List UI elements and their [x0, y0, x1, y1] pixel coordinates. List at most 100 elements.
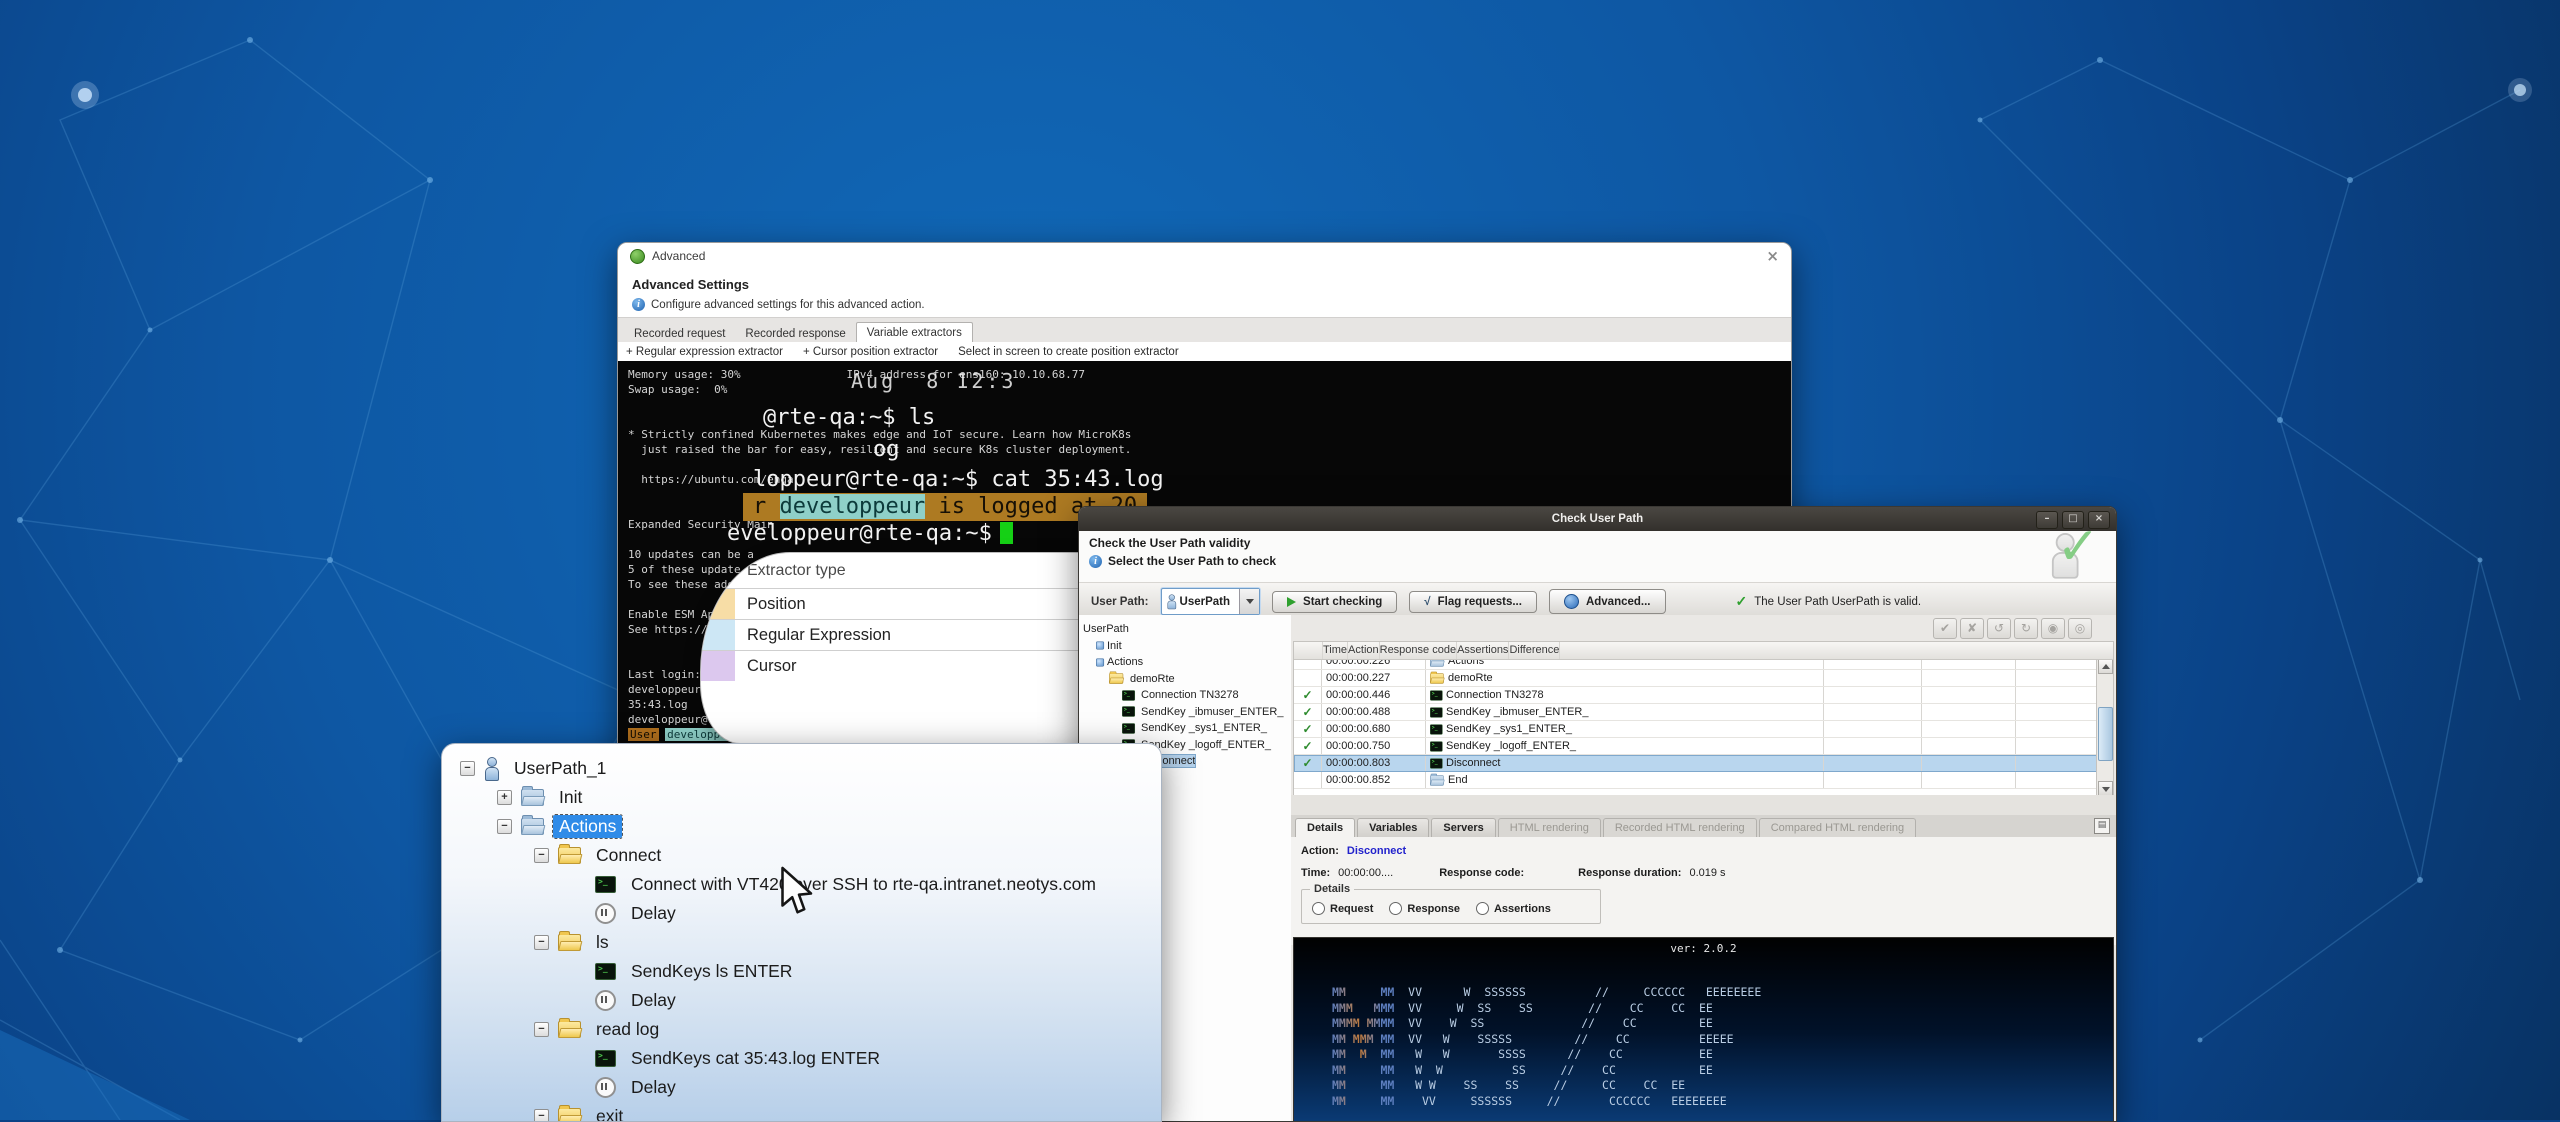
extractor-type-label: Regular Expression [735, 620, 891, 650]
results-toolbar-button[interactable]: ✔ [1933, 618, 1957, 639]
terminal-line: Memory usage: 30% IPv4 address for ens16… [628, 367, 1787, 382]
radio-option[interactable]: Assertions [1476, 902, 1551, 915]
design-tree-item[interactable]: − read log [460, 1015, 1161, 1044]
row-check-icon [1294, 670, 1322, 686]
design-tree-item[interactable]: − exit [460, 1102, 1161, 1122]
row-assertions [1922, 704, 2016, 720]
start-checking-button[interactable]: Start checking [1272, 591, 1397, 613]
design-tree-item[interactable]: Delay [460, 1073, 1161, 1102]
check-icon: ✓ [1736, 593, 1748, 610]
detail-tab[interactable]: Details [1295, 818, 1355, 837]
design-tree-item[interactable]: Delay [460, 986, 1161, 1015]
row-check-icon: ✓ [1294, 755, 1322, 771]
detail-tab[interactable]: Servers [1431, 818, 1495, 837]
detail-tab[interactable]: Recorded HTML rendering [1603, 818, 1757, 837]
results-toolbar-button[interactable]: ◎ [2068, 618, 2092, 639]
row-assertions [1922, 660, 2016, 669]
table-row[interactable]: 00:00:00.226 Actions [1294, 660, 2113, 670]
status-column-header[interactable] [1294, 642, 1323, 659]
column-header[interactable]: Assertions [1457, 642, 1509, 659]
advanced-button[interactable]: Advanced... [1549, 589, 1666, 614]
user-path-design-tree-window: − UserPath_1 + Init − Actions − Connect [441, 743, 1162, 1122]
detail-tab[interactable]: Compared HTML rendering [1759, 818, 1916, 837]
splitter[interactable] [1291, 795, 2116, 815]
terminal-version-line: ver: 2.0.2 [1294, 942, 2113, 955]
design-tree-item[interactable]: − ls [460, 928, 1161, 957]
tree-item[interactable]: Actions [1079, 654, 1291, 671]
table-row[interactable]: ✓ 00:00:00.750 SendKey _logoff_ENTER_ [1294, 738, 2113, 755]
table-scrollbar[interactable] [2096, 659, 2113, 796]
pause-icon [595, 903, 616, 924]
tree-item[interactable]: SendKey _sys1_ENTER_ [1079, 720, 1291, 737]
scroll-up-icon[interactable] [2098, 659, 2113, 674]
detail-tab[interactable]: Variables [1357, 818, 1429, 837]
table-row[interactable]: ✓ 00:00:00.680 SendKey _sys1_ENTER_ [1294, 721, 2113, 738]
tree-expander[interactable]: − [497, 819, 512, 834]
chevron-down-icon[interactable] [1239, 589, 1259, 614]
panel-layout-icon[interactable]: ▤ [2094, 818, 2110, 834]
tree-item[interactable]: demoRte [1079, 671, 1291, 688]
extractor-action-link[interactable]: Select in screen to create position extr… [958, 346, 1179, 358]
folder-yellow-icon [1109, 673, 1123, 684]
extractor-type-menu-item[interactable]: Cursor [701, 650, 1089, 681]
folder-yellow-icon [1430, 673, 1444, 683]
advanced-titlebar: Advanced × [618, 243, 1791, 269]
tree-item-label: demoRte [1130, 673, 1175, 685]
extractor-type-label: Position [735, 589, 806, 619]
results-toolbar-button[interactable]: ◉ [2041, 618, 2065, 639]
tree-expander[interactable]: − [534, 1022, 549, 1037]
tree-item[interactable]: Connection TN3278 [1079, 687, 1291, 704]
advanced-tab[interactable]: Recorded response [735, 324, 855, 343]
row-action-label: SendKey _ibmuser_ENTER_ [1446, 706, 1588, 718]
extractor-type-menu-item[interactable]: Position [701, 588, 1089, 619]
row-check-icon: ✓ [1294, 687, 1322, 703]
row-action-label: SendKey _logoff_ENTER_ [1446, 740, 1576, 752]
tree-item[interactable]: UserPath [1079, 621, 1291, 638]
row-action: Disconnect [1426, 755, 1824, 771]
details-group: Details Request Response [1301, 889, 1601, 924]
time-value: 00:00:00.... [1338, 867, 1393, 879]
user-path-dropdown[interactable]: UserPath [1161, 588, 1261, 615]
scroll-down-icon[interactable] [2098, 781, 2113, 796]
radio-option[interactable]: Request [1312, 902, 1373, 915]
design-tree-item-label: exit [590, 1105, 629, 1122]
row-action-label: Connection TN3278 [1446, 689, 1544, 701]
column-header[interactable]: Time [1323, 642, 1348, 659]
column-header[interactable]: Action [1348, 642, 1380, 659]
design-tree-item[interactable]: SendKeys cat 35:43.log ENTER [460, 1044, 1161, 1073]
radio-option[interactable]: Response [1389, 902, 1460, 915]
design-tree-item[interactable]: − Actions [460, 812, 1161, 841]
results-toolbar-button[interactable]: ✘ [1960, 618, 1984, 639]
results-toolbar-button[interactable]: ↺ [1987, 618, 2011, 639]
tree-item[interactable]: SendKey _ibmuser_ENTER_ [1079, 704, 1291, 721]
mouse-cursor [778, 866, 814, 923]
table-row[interactable]: ✓ 00:00:00.446 Connection TN3278 [1294, 687, 2113, 704]
design-tree-item[interactable]: − UserPath_1 [460, 754, 1161, 783]
advanced-tab[interactable]: Recorded request [624, 324, 735, 343]
detail-tab[interactable]: HTML rendering [1498, 818, 1601, 837]
row-assertions [1922, 755, 2016, 771]
tree-expander[interactable]: − [534, 1109, 549, 1122]
tree-expander[interactable]: − [460, 761, 475, 776]
table-row[interactable]: ✓ 00:00:00.803 Disconnect [1294, 755, 2113, 772]
flag-requests-button[interactable]: √ Flag requests... [1409, 591, 1537, 613]
table-row[interactable]: 00:00:00.227 demoRte [1294, 670, 2113, 687]
extractor-type-menu-item[interactable]: Regular Expression [701, 619, 1089, 650]
design-tree-item[interactable]: + Init [460, 783, 1161, 812]
tree-item[interactable]: Init [1079, 638, 1291, 655]
tree-expander[interactable]: − [534, 848, 549, 863]
design-tree-item[interactable]: SendKeys ls ENTER [460, 957, 1161, 986]
results-toolbar-button[interactable]: ↻ [2014, 618, 2038, 639]
table-row[interactable]: ✓ 00:00:00.488 SendKey _ibmuser_ENTER_ [1294, 704, 2113, 721]
extractor-action-link[interactable]: + Regular expression extractor [626, 346, 783, 358]
column-header[interactable]: Difference [1509, 642, 1560, 659]
column-header[interactable]: Response code [1380, 642, 1457, 659]
pause-icon [595, 990, 616, 1011]
scrollbar-thumb[interactable] [2098, 707, 2113, 761]
close-icon[interactable]: × [1766, 249, 1779, 264]
tree-expander[interactable]: − [534, 935, 549, 950]
tree-expander[interactable]: + [497, 790, 512, 805]
advanced-tab[interactable]: Variable extractors [856, 322, 973, 343]
table-row[interactable]: 00:00:00.852 End [1294, 772, 2113, 789]
extractor-action-link[interactable]: + Cursor position extractor [803, 346, 938, 358]
